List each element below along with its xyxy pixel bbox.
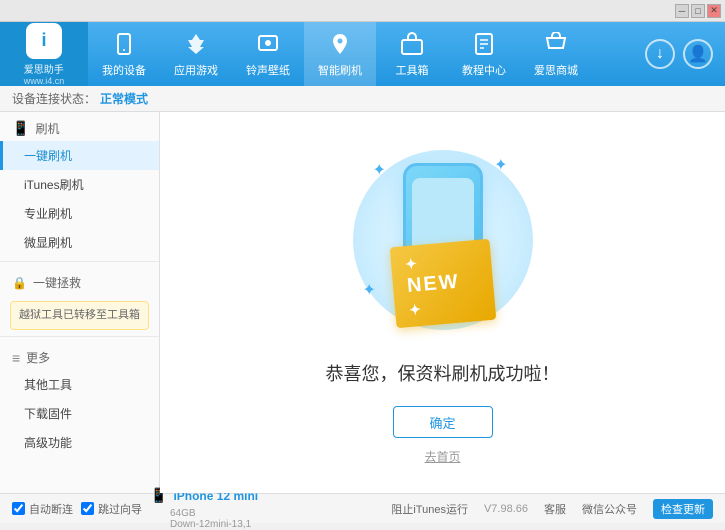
device-storage: 64GB	[150, 508, 196, 519]
sidebar-item-other-tools[interactable]: 其他工具	[0, 370, 159, 399]
success-text: 恭喜您，保资料刷机成功啦！	[326, 360, 560, 386]
device-version: Down-12mini-13,1	[150, 519, 251, 530]
device-info-section: 📱 iPhone 12 mini 64GB Down-12mini-13,1	[150, 487, 258, 530]
window-controls: ─ □ ✕	[675, 4, 721, 18]
sidebar-group-rescue: 🔒 一键拯救	[0, 266, 159, 295]
sidebar-item-advanced[interactable]: 高级功能	[0, 428, 159, 457]
tutorial-icon	[470, 30, 498, 58]
sidebar-warning-box: 越狱工具已转移至工具箱	[10, 301, 149, 330]
illustration-inner: NEW ✦ ✦ ✦	[343, 140, 543, 340]
sidebar-group-title-rescue: 一键拯救	[33, 274, 81, 291]
skip-wizard-input[interactable]	[81, 502, 94, 515]
customer-service-link[interactable]: 客服	[544, 501, 566, 517]
sparkle-2: ✦	[494, 155, 507, 175]
download-btn[interactable]: ↓	[645, 39, 675, 69]
nav-ringtone[interactable]: 铃声壁纸	[232, 22, 304, 86]
nav-right: ↓ 👤	[645, 39, 725, 69]
sidebar-group-flash: 📱 刷机	[0, 112, 159, 141]
sidebar-item-micro-flash[interactable]: 微显刷机	[0, 228, 159, 257]
lock-icon: 🔒	[12, 276, 27, 290]
logo-icon: i	[26, 23, 62, 59]
nav-my-device[interactable]: 我的设备	[88, 22, 160, 86]
header: i 爱思助手 www.i4.cn 我的设备 应用游戏	[0, 22, 725, 86]
wechat-link[interactable]: 微信公众号	[582, 501, 637, 517]
status-value: 正常模式	[100, 90, 148, 107]
title-bar: ─ □ ✕	[0, 0, 725, 22]
sidebar: 📱 刷机 一键刷机 iTunes刷机 专业刷机 微显刷机 🔒 一键拯救 越狱工具…	[0, 112, 160, 493]
new-badge: NEW	[389, 239, 496, 328]
confirm-button[interactable]: 确定	[393, 406, 493, 438]
status-label: 设备连接状态：	[12, 90, 96, 107]
auto-dismiss-input[interactable]	[12, 502, 25, 515]
nav-istore[interactable]: 爱思商城	[520, 22, 592, 86]
nav-toolbox[interactable]: 工具箱	[376, 22, 448, 86]
device-icon	[110, 30, 138, 58]
check-update-btn[interactable]: 检查更新	[653, 499, 713, 519]
logo[interactable]: i 爱思助手 www.i4.cn	[0, 22, 88, 86]
sidebar-item-one-click-flash[interactable]: 一键刷机	[0, 141, 159, 170]
content-area: NEW ✦ ✦ ✦ 恭喜您，保资料刷机成功啦！ 确定 去首页	[160, 112, 725, 493]
maximize-btn[interactable]: □	[691, 4, 705, 18]
flash-group-icon: 📱	[12, 120, 29, 137]
sidebar-item-download-firmware[interactable]: 下载固件	[0, 399, 159, 428]
more-icon: ≡	[12, 350, 20, 366]
footer-right: 阻止iTunes运行 V7.98.66 客服 微信公众号 检查更新	[391, 499, 713, 519]
success-illustration: NEW ✦ ✦ ✦	[343, 140, 543, 340]
footer-left: 自动断连 跳过向导	[12, 501, 142, 517]
sidebar-divider-2	[0, 336, 159, 337]
auto-dismiss-checkbox[interactable]: 自动断连	[12, 501, 73, 517]
close-btn[interactable]: ✕	[707, 4, 721, 18]
nav-items: 我的设备 应用游戏 铃声壁纸	[88, 22, 645, 86]
goto-today-link[interactable]: 去首页	[424, 448, 460, 465]
footer: 自动断连 跳过向导 📱 iPhone 12 mini 64GB Down-12m…	[0, 493, 725, 523]
nav-apps-games[interactable]: 应用游戏	[160, 22, 232, 86]
sidebar-group-title-flash: 刷机	[35, 120, 59, 137]
footer-version: V7.98.66	[484, 503, 528, 515]
minimize-btn[interactable]: ─	[675, 4, 689, 18]
sidebar-item-pro-flash[interactable]: 专业刷机	[0, 199, 159, 228]
status-bar: 设备连接状态： 正常模式	[0, 86, 725, 112]
sparkle-1: ✦	[373, 160, 386, 180]
user-btn[interactable]: 👤	[683, 39, 713, 69]
stop-itunes-link[interactable]: 阻止iTunes运行	[391, 501, 468, 517]
sidebar-divider-1	[0, 261, 159, 262]
main-layout: 📱 刷机 一键刷机 iTunes刷机 专业刷机 微显刷机 🔒 一键拯救 越狱工具…	[0, 112, 725, 493]
logo-text: 爱思助手 www.i4.cn	[24, 61, 65, 86]
sidebar-group-more: ≡ 更多	[0, 341, 159, 370]
ringtone-icon	[254, 30, 282, 58]
nav-smart-flash[interactable]: 智能刷机	[304, 22, 376, 86]
flash-icon	[326, 30, 354, 58]
skip-wizard-checkbox[interactable]: 跳过向导	[81, 501, 142, 517]
sidebar-item-itunes-flash[interactable]: iTunes刷机	[0, 170, 159, 199]
toolbox-icon	[398, 30, 426, 58]
apps-icon	[182, 30, 210, 58]
sparkle-3: ✦	[363, 280, 376, 300]
sidebar-more-title-label: 更多	[26, 349, 50, 366]
store-icon	[542, 30, 570, 58]
nav-tutorial[interactable]: 教程中心	[448, 22, 520, 86]
